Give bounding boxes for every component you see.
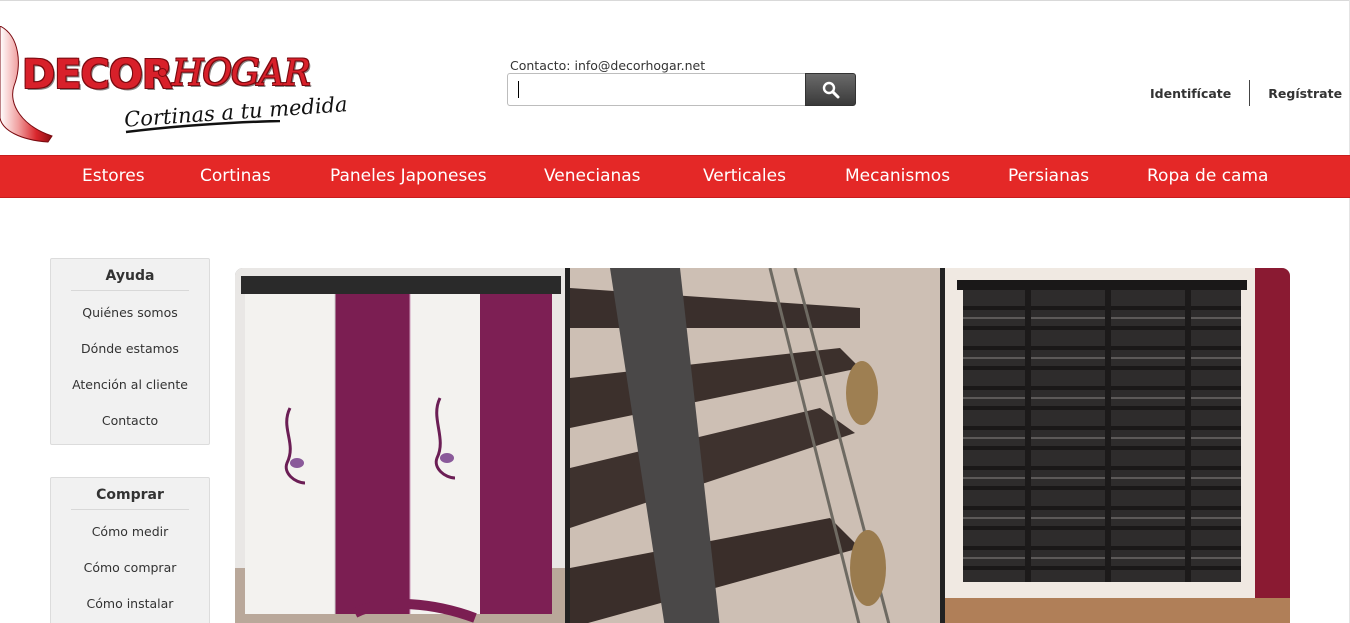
hero-banner[interactable]	[235, 268, 1290, 623]
sidebar-link-donde-estamos[interactable]: Dónde estamos	[51, 331, 209, 367]
logo-dot	[158, 68, 167, 77]
sidebar-link-como-instalar[interactable]: Cómo instalar	[51, 586, 209, 622]
search-input[interactable]	[507, 73, 807, 106]
sidebar-link-contacto[interactable]: Contacto	[51, 403, 209, 439]
main-nav: Estores Cortinas Paneles Japoneses Venec…	[0, 155, 1350, 198]
sidebar-help-title: Ayuda	[71, 259, 189, 291]
account-links: Identifícate Regístrate	[1140, 80, 1350, 106]
nav-item-estores[interactable]: Estores	[82, 156, 145, 197]
search-icon	[822, 81, 839, 98]
wood-blinds-illustration	[570, 268, 940, 623]
sidebar-buy-title: Comprar	[71, 478, 189, 510]
login-link[interactable]: Identifícate	[1140, 86, 1241, 101]
logo-swoosh	[125, 120, 281, 134]
logo-brand-left: DECOR	[22, 52, 173, 98]
wood-blinds-closeup-photo	[570, 268, 940, 623]
nav-item-paneles-japoneses[interactable]: Paneles Japoneses	[330, 156, 487, 197]
nav-item-cortinas[interactable]: Cortinas	[200, 156, 271, 197]
nav-item-ropa-de-cama[interactable]: Ropa de cama	[1147, 156, 1268, 197]
sidebar-link-como-comprar[interactable]: Cómo comprar	[51, 550, 209, 586]
sidebar-link-como-medir[interactable]: Cómo medir	[51, 514, 209, 550]
nav-item-persianas[interactable]: Persianas	[1008, 156, 1089, 197]
top-border	[0, 0, 1350, 1]
sidebar-buy-box: Comprar Cómo medir Cómo comprar Cómo ins…	[50, 477, 210, 623]
japanese-panels-photo	[235, 268, 565, 623]
text-caret	[518, 81, 519, 98]
venetian-blind-window-photo	[945, 268, 1290, 623]
logo-brand-right: HOGAR	[172, 53, 311, 94]
account-divider	[1249, 80, 1251, 106]
nav-item-venecianas[interactable]: Venecianas	[544, 156, 641, 197]
sidebar-link-atencion-cliente[interactable]: Atención al cliente	[51, 367, 209, 403]
nav-item-mecanismos[interactable]: Mecanismos	[845, 156, 950, 197]
contact-email-text: Contacto: info@decorhogar.net	[510, 58, 706, 73]
sidebar-link-quienes-somos[interactable]: Quiénes somos	[51, 295, 209, 331]
site-logo[interactable]: DECOR HOGAR Cortinas a tu medida	[0, 22, 348, 143]
nav-item-verticales[interactable]: Verticales	[703, 156, 786, 197]
register-link[interactable]: Regístrate	[1258, 86, 1350, 101]
venetian-blind-illustration	[945, 268, 1290, 623]
search-button[interactable]	[805, 73, 856, 106]
sidebar-help-box: Ayuda Quiénes somos Dónde estamos Atenci…	[50, 258, 210, 445]
japanese-panels-illustration	[235, 268, 565, 623]
